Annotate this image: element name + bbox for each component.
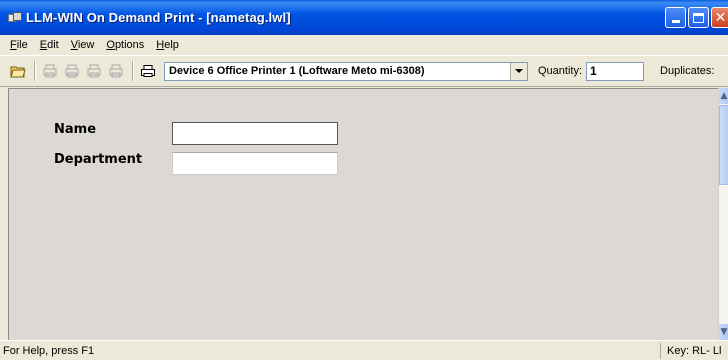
app-icon[interactable] xyxy=(8,11,22,24)
scroll-down-button[interactable]: ▼ xyxy=(719,324,728,340)
window-title: LLM-WIN On Demand Print - [nametag.lwl] xyxy=(26,10,291,25)
title-bar[interactable]: LLM-WIN On Demand Print - [nametag.lwl] xyxy=(0,0,728,35)
menu-file[interactable]: File xyxy=(4,39,34,51)
maximize-button[interactable] xyxy=(688,7,709,28)
print-disabled-button-1[interactable] xyxy=(40,61,60,81)
scroll-thumb[interactable] xyxy=(719,105,728,185)
quantity-input[interactable]: 1 xyxy=(586,61,645,81)
open-folder-button[interactable] xyxy=(8,61,28,81)
maximize-icon xyxy=(693,12,704,23)
chevron-down-icon: ▼ xyxy=(720,327,728,337)
quantity-label: Quantity: xyxy=(538,65,583,77)
menu-view[interactable]: View xyxy=(65,39,101,51)
label-form-canvas: Name Department xyxy=(8,88,718,340)
status-key-text: Key: RL- Ll xyxy=(660,342,728,359)
status-bar: For Help, press F1 Key: RL- Ll xyxy=(0,340,728,360)
minimize-button[interactable] xyxy=(665,7,686,28)
device-select[interactable]: Device 6 Office Printer 1 (Loftware Meto… xyxy=(164,61,528,81)
print-icon xyxy=(43,64,57,78)
chevron-down-icon xyxy=(515,69,523,73)
minimize-icon xyxy=(671,20,680,23)
scroll-up-button[interactable]: ▲ xyxy=(719,88,728,104)
toolbar-separator xyxy=(132,61,134,81)
print-icon xyxy=(109,64,123,78)
name-label: Name xyxy=(54,122,97,137)
menu-options[interactable]: Options xyxy=(100,39,150,51)
print-icon xyxy=(65,64,79,78)
status-help-text: For Help, press F1 xyxy=(3,344,95,357)
print-disabled-button-4[interactable] xyxy=(106,61,126,81)
close-button[interactable]: ✕ xyxy=(711,7,728,28)
dropdown-arrow-button[interactable] xyxy=(510,62,527,80)
name-input[interactable] xyxy=(172,122,338,145)
printer-icon xyxy=(141,65,155,77)
close-icon: ✕ xyxy=(714,9,727,26)
department-input[interactable] xyxy=(172,152,338,175)
duplicates-label: Duplicates: xyxy=(660,65,715,77)
menu-edit[interactable]: Edit xyxy=(34,39,65,51)
menu-help[interactable]: Help xyxy=(150,39,185,51)
toolbar-separator xyxy=(34,61,36,81)
chevron-up-icon: ▲ xyxy=(720,91,728,101)
open-folder-icon xyxy=(10,66,26,78)
printer-button[interactable] xyxy=(138,61,158,81)
toolbar: Device 6 Office Printer 1 (Loftware Meto… xyxy=(0,55,728,87)
device-select-value: Device 6 Office Printer 1 (Loftware Meto… xyxy=(169,65,425,77)
print-disabled-button-2[interactable] xyxy=(62,61,82,81)
menu-bar: File Edit View Options Help xyxy=(0,35,728,55)
vertical-scrollbar[interactable]: ▲ ▼ xyxy=(718,88,728,340)
print-disabled-button-3[interactable] xyxy=(84,61,104,81)
print-icon xyxy=(87,64,101,78)
department-label: Department xyxy=(54,152,143,167)
